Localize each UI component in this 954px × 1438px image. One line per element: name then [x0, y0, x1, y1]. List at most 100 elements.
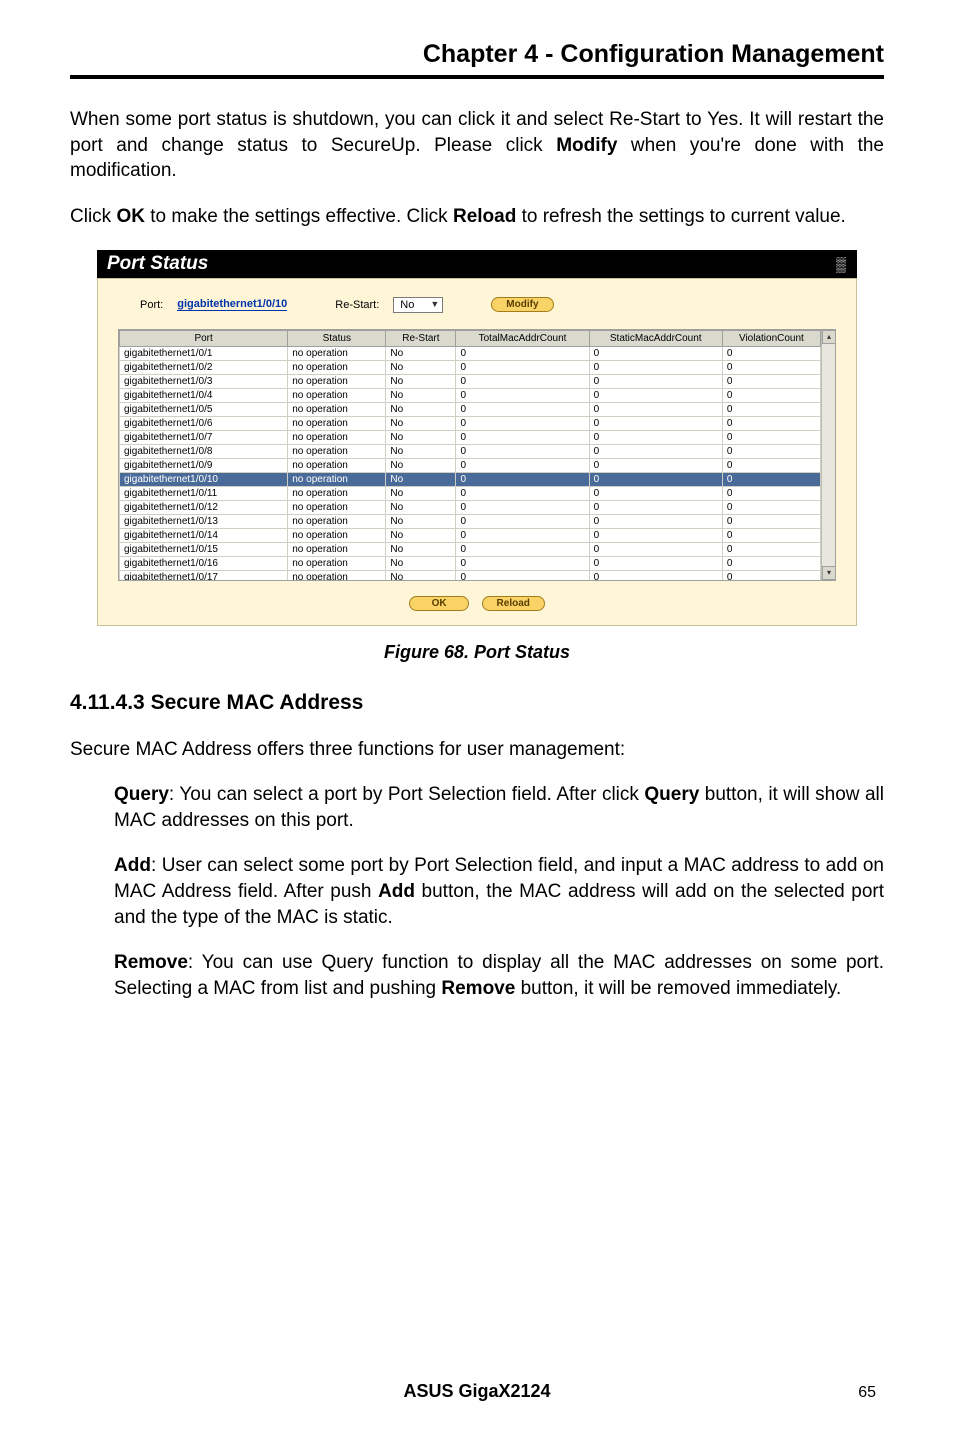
table-scrollbar[interactable]: ▴ ▾ [821, 330, 835, 580]
cell-violation: 0 [722, 430, 820, 444]
cell-restart: No [386, 472, 456, 486]
cell-static: 0 [589, 514, 722, 528]
text: Click [70, 206, 116, 227]
col-header-total[interactable]: TotalMacAddrCount [456, 330, 589, 346]
cell-total: 0 [456, 514, 589, 528]
cell-status: no operation [288, 430, 386, 444]
cell-port: gigabitethernet1/0/3 [120, 374, 288, 388]
cell-violation: 0 [722, 556, 820, 570]
port-status-table-container: Port Status Re-Start TotalMacAddrCount S… [118, 329, 836, 581]
cell-total: 0 [456, 444, 589, 458]
text: button, it will be removed immediately. [515, 978, 841, 999]
cell-total: 0 [456, 542, 589, 556]
cell-static: 0 [589, 570, 722, 581]
paragraph-3: Secure MAC Address offers three function… [70, 737, 884, 763]
table-row[interactable]: gigabitethernet1/0/8no operationNo000 [120, 444, 821, 458]
modify-button[interactable]: Modify [491, 297, 553, 312]
section-heading: 4.11.4.3 Secure MAC Address [70, 691, 884, 715]
cell-port: gigabitethernet1/0/1 [120, 346, 288, 360]
cell-violation: 0 [722, 458, 820, 472]
col-header-port[interactable]: Port [120, 330, 288, 346]
table-row[interactable]: gigabitethernet1/0/11no operationNo000 [120, 486, 821, 500]
cell-total: 0 [456, 472, 589, 486]
cell-restart: No [386, 458, 456, 472]
cell-static: 0 [589, 486, 722, 500]
cell-violation: 0 [722, 486, 820, 500]
cell-violation: 0 [722, 416, 820, 430]
table-row[interactable]: gigabitethernet1/0/16no operationNo000 [120, 556, 821, 570]
table-row[interactable]: gigabitethernet1/0/12no operationNo000 [120, 500, 821, 514]
panel-title: Port Status [107, 253, 208, 275]
restart-dropdown[interactable]: No [393, 297, 443, 313]
cell-status: no operation [288, 486, 386, 500]
title-rule [70, 75, 884, 79]
cell-static: 0 [589, 542, 722, 556]
table-row[interactable]: gigabitethernet1/0/2no operationNo000 [120, 360, 821, 374]
cell-status: no operation [288, 346, 386, 360]
table-row[interactable]: gigabitethernet1/0/7no operationNo000 [120, 430, 821, 444]
screenshot-panel: Port Status ▒ Port: gigabitethernet1/0/1… [70, 250, 884, 626]
table-row[interactable]: gigabitethernet1/0/4no operationNo000 [120, 388, 821, 402]
table-row[interactable]: gigabitethernet1/0/3no operationNo000 [120, 374, 821, 388]
cell-status: no operation [288, 500, 386, 514]
cell-port: gigabitethernet1/0/9 [120, 458, 288, 472]
col-header-static[interactable]: StaticMacAddrCount [589, 330, 722, 346]
cell-static: 0 [589, 458, 722, 472]
cell-restart: No [386, 528, 456, 542]
text-bold: Query [644, 784, 699, 805]
cell-restart: No [386, 514, 456, 528]
port-value[interactable]: gigabitethernet1/0/10 [177, 298, 287, 311]
cell-restart: No [386, 346, 456, 360]
cell-restart: No [386, 570, 456, 581]
reload-button[interactable]: Reload [482, 596, 545, 611]
col-header-status[interactable]: Status [288, 330, 386, 346]
text-bold: Modify [556, 135, 617, 156]
table-row[interactable]: gigabitethernet1/0/1no operationNo000 [120, 346, 821, 360]
text-bold: Remove [114, 952, 188, 973]
cell-restart: No [386, 360, 456, 374]
text-bold: Add [114, 855, 151, 876]
cell-status: no operation [288, 402, 386, 416]
cell-restart: No [386, 444, 456, 458]
cell-total: 0 [456, 346, 589, 360]
cell-restart: No [386, 402, 456, 416]
query-paragraph: Query: You can select a port by Port Sel… [114, 782, 884, 833]
cell-port: gigabitethernet1/0/16 [120, 556, 288, 570]
cell-status: no operation [288, 360, 386, 374]
col-header-violation[interactable]: ViolationCount [722, 330, 820, 346]
cell-total: 0 [456, 570, 589, 581]
cell-violation: 0 [722, 374, 820, 388]
scroll-down-icon[interactable]: ▾ [822, 566, 836, 580]
col-header-restart[interactable]: Re-Start [386, 330, 456, 346]
table-row[interactable]: gigabitethernet1/0/10no operationNo000 [120, 472, 821, 486]
cell-total: 0 [456, 430, 589, 444]
table-row[interactable]: gigabitethernet1/0/5no operationNo000 [120, 402, 821, 416]
table-row[interactable]: gigabitethernet1/0/13no operationNo000 [120, 514, 821, 528]
scroll-up-icon[interactable]: ▴ [822, 330, 836, 344]
cell-status: no operation [288, 416, 386, 430]
table-row[interactable]: gigabitethernet1/0/15no operationNo000 [120, 542, 821, 556]
table-row[interactable]: gigabitethernet1/0/9no operationNo000 [120, 458, 821, 472]
cell-violation: 0 [722, 402, 820, 416]
cell-static: 0 [589, 500, 722, 514]
text: to refresh the settings to current value… [516, 206, 846, 227]
cell-restart: No [386, 388, 456, 402]
cell-violation: 0 [722, 388, 820, 402]
paragraph-1: When some port status is shutdown, you c… [70, 107, 884, 184]
text-bold: Remove [441, 978, 515, 999]
table-row[interactable]: gigabitethernet1/0/17no operationNo000 [120, 570, 821, 581]
table-row[interactable]: gigabitethernet1/0/14no operationNo000 [120, 528, 821, 542]
restart-label: Re-Start: [335, 299, 379, 311]
cell-violation: 0 [722, 500, 820, 514]
cell-status: no operation [288, 472, 386, 486]
cell-restart: No [386, 374, 456, 388]
cell-violation: 0 [722, 542, 820, 556]
cell-violation: 0 [722, 514, 820, 528]
cell-static: 0 [589, 360, 722, 374]
ok-button[interactable]: OK [409, 596, 469, 611]
panel-decoration-icon: ▒ [836, 256, 847, 272]
cell-status: no operation [288, 388, 386, 402]
table-row[interactable]: gigabitethernet1/0/6no operationNo000 [120, 416, 821, 430]
panel-titlebar: Port Status ▒ [97, 250, 857, 278]
cell-restart: No [386, 542, 456, 556]
